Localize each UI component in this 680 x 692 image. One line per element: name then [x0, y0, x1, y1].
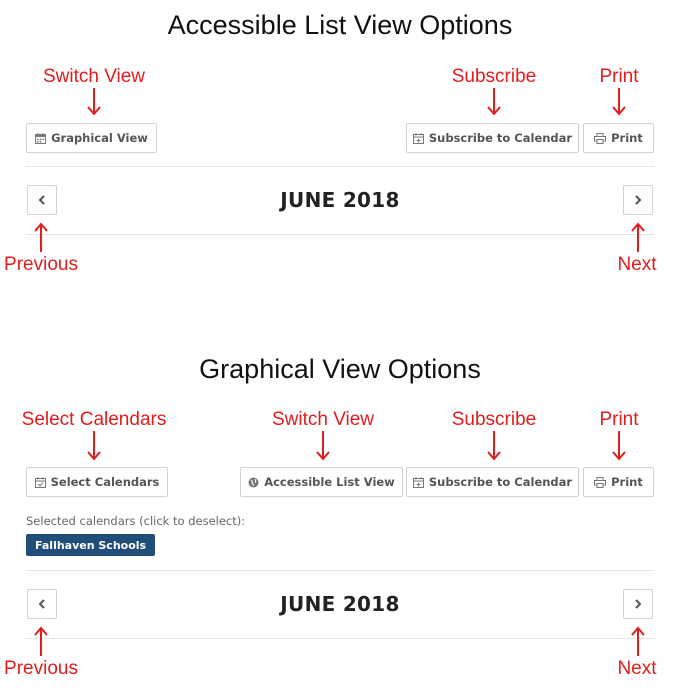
- arrow-up-icon: [34, 626, 48, 656]
- annotation-switch-view: Switch View: [271, 409, 375, 430]
- annotation-subscribe: Subscribe: [451, 66, 537, 87]
- accessible-list-view-label: Accessible List View: [264, 475, 395, 489]
- print-button[interactable]: Print: [583, 467, 654, 497]
- arrow-down-icon: [87, 431, 101, 461]
- globe-icon: [248, 477, 259, 487]
- subscribe-calendar-button[interactable]: Subscribe to Calendar: [406, 123, 579, 153]
- calendar-icon: [35, 132, 47, 144]
- section-title-accessible: Accessible List View Options: [167, 10, 513, 40]
- calendar-plus-icon: [412, 476, 424, 488]
- calendar-plus-icon: [412, 132, 424, 144]
- subscribe-calendar-button[interactable]: Subscribe to Calendar: [406, 467, 579, 497]
- next-month-button[interactable]: [623, 185, 653, 215]
- divider: [26, 638, 654, 639]
- arrow-down-icon: [87, 88, 101, 116]
- annotation-print: Print: [599, 66, 639, 87]
- annotation-next: Next: [617, 658, 657, 679]
- selected-calendar-badge[interactable]: Fallhaven Schools: [26, 534, 156, 556]
- arrow-up-icon: [34, 222, 48, 252]
- graphical-view-label: Graphical View: [51, 131, 148, 145]
- next-month-button[interactable]: [623, 589, 653, 619]
- annotation-switch-view: Switch View: [42, 66, 146, 87]
- annotation-previous: Previous: [4, 658, 78, 679]
- subscribe-calendar-label: Subscribe to Calendar: [428, 475, 573, 489]
- month-title: JUNE 2018: [280, 592, 400, 616]
- arrow-down-icon: [487, 431, 501, 461]
- annotation-print: Print: [599, 409, 639, 430]
- select-calendars-label: Select Calendars: [50, 475, 160, 489]
- arrow-down-icon: [487, 88, 501, 116]
- divider: [26, 166, 654, 167]
- month-title: JUNE 2018: [280, 188, 400, 212]
- divider: [26, 234, 654, 235]
- annotation-select-calendars: Select Calendars: [21, 409, 167, 430]
- arrow-down-icon: [612, 431, 626, 461]
- arrow-down-icon: [316, 431, 330, 461]
- arrow-up-icon: [631, 626, 645, 656]
- annotation-previous: Previous: [4, 254, 78, 275]
- printer-icon: [594, 132, 607, 144]
- arrow-down-icon: [612, 88, 626, 116]
- accessible-list-view-button[interactable]: Accessible List View: [240, 467, 403, 497]
- chevron-right-icon: [635, 599, 642, 609]
- annotation-subscribe: Subscribe: [451, 409, 537, 430]
- arrow-up-icon: [631, 222, 645, 252]
- print-label: Print: [611, 131, 643, 145]
- print-label: Print: [611, 475, 643, 489]
- printer-icon: [594, 476, 607, 488]
- divider: [26, 570, 654, 571]
- graphical-view-button[interactable]: Graphical View: [26, 123, 157, 153]
- print-button[interactable]: Print: [583, 123, 654, 153]
- section-title-graphical: Graphical View Options: [199, 354, 481, 384]
- calendar-check-icon: [34, 476, 46, 488]
- annotation-next: Next: [617, 254, 657, 275]
- select-calendars-button[interactable]: Select Calendars: [26, 467, 168, 497]
- subscribe-calendar-label: Subscribe to Calendar: [428, 131, 573, 145]
- selected-calendars-label: Selected calendars (click to deselect):: [26, 514, 246, 528]
- chevron-right-icon: [635, 195, 642, 205]
